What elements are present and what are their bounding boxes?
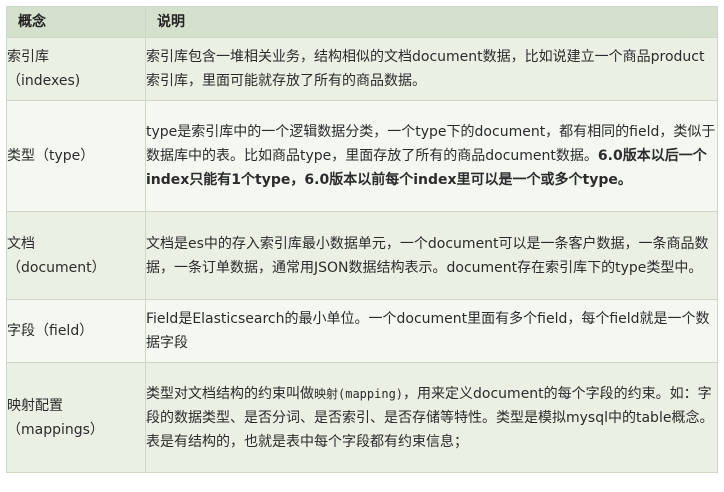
- concept-cell: 字段（field）: [6, 299, 146, 363]
- header-concept-label: 概念: [18, 14, 46, 30]
- header-description: 说明: [145, 6, 718, 38]
- description-cell: 索引库包含一堆相关业务，结构相似的文档document数据，比如说建立一个商品p…: [145, 37, 718, 101]
- concept-name: 字段（field）: [7, 323, 94, 339]
- table-header-row: 概念 说明: [6, 6, 718, 38]
- description-cell: type是索引库中的一个逻辑数据分类，一个type下的document，都有相同…: [145, 100, 718, 212]
- concept-name: 映射配置: [7, 397, 63, 414]
- concept-name: 类型（type）: [7, 148, 95, 164]
- concept-english: （mappings）: [7, 421, 104, 438]
- table-row: 映射配置 （mappings） 类型对文档结构的约束叫做映射(mapping)，…: [6, 362, 718, 473]
- description-text: 索引库包含一堆相关业务，结构相似的文档document数据，比如说建立一个商品p…: [146, 49, 705, 89]
- table-row: 字段（field） Field是Elasticsearch的最小单位。一个doc…: [6, 299, 718, 363]
- concept-cell: 类型（type）: [6, 100, 146, 212]
- description-cell: 文档是es中的存入索引库最小数据单元，一个document可以是一条客户数据，一…: [145, 211, 718, 300]
- description-code: 映射(mapping): [314, 386, 404, 401]
- header-description-label: 说明: [157, 14, 185, 30]
- table-row: 文档 （document） 文档是es中的存入索引库最小数据单元，一个docum…: [6, 211, 718, 300]
- description-cell: 类型对文档结构的约束叫做映射(mapping)，用来定义document的每个字…: [145, 362, 718, 473]
- description-text: 文档是es中的存入索引库最小数据单元，一个document可以是一条客户数据，一…: [146, 235, 709, 276]
- concept-name: 文档: [7, 235, 35, 252]
- concept-cell: 文档 （document）: [6, 211, 146, 300]
- description-text: Field是Elasticsearch的最小单位。一个document里面有多个…: [146, 311, 710, 351]
- page: { "header": { "col1": "概念", "col2": "说明"…: [0, 0, 724, 492]
- concept-cell: 索引库 （indexes): [6, 37, 146, 101]
- concept-english: （document）: [7, 259, 106, 276]
- description-text: 类型对文档结构的约束叫做: [146, 385, 314, 402]
- description-cell: Field是Elasticsearch的最小单位。一个document里面有多个…: [145, 299, 718, 363]
- concept-cell: 映射配置 （mappings）: [6, 362, 146, 473]
- concept-table: 概念 说明 索引库 （indexes) 索引库包含一堆相关业务，结构相似的文档d…: [6, 6, 718, 473]
- concept-english: （indexes): [7, 73, 81, 89]
- header-concept: 概念: [6, 6, 146, 38]
- concept-name: 索引库: [7, 49, 49, 65]
- table-row: 类型（type） type是索引库中的一个逻辑数据分类，一个type下的docu…: [6, 100, 718, 212]
- table-row: 索引库 （indexes) 索引库包含一堆相关业务，结构相似的文档documen…: [6, 37, 718, 101]
